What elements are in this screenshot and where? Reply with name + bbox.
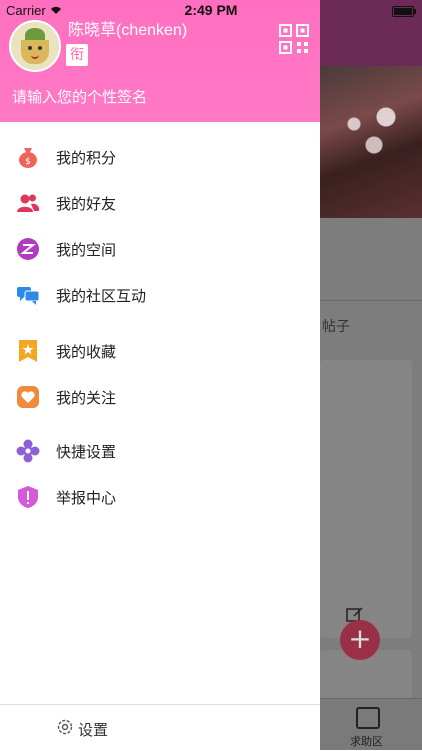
battery-icon (392, 6, 416, 17)
menu-item-space[interactable]: 我的空间 (0, 226, 320, 272)
background-page-overlay[interactable]: 帖子 + 求助区 (320, 0, 422, 750)
status-bar: Carrier 2:49 PM (0, 0, 422, 20)
menu-item-label: 我的好友 (56, 195, 117, 213)
heart-icon (17, 386, 39, 408)
side-drawer: 陈晓草(chenken) 衔 请输入您的个性签名 $ 我的积分 我的好友 我的空… (0, 0, 320, 751)
settings-label: 设置 (78, 721, 109, 739)
menu-item-label: 我的社区互动 (56, 287, 147, 305)
posts-tab-label: 帖子 (322, 319, 350, 335)
help-icon (356, 707, 380, 729)
menu-item-friends[interactable]: 我的好友 (0, 180, 320, 226)
menu-item-label: 我的空间 (56, 241, 117, 259)
friends-icon (17, 194, 40, 212)
rank-badge: 衔 (66, 44, 88, 66)
shield-alert-icon (18, 486, 38, 508)
menu-item-points[interactable]: $ 我的积分 (0, 134, 320, 180)
money-bag-icon: $ (19, 148, 37, 168)
chat-bubbles-icon (17, 287, 40, 305)
add-post-button[interactable]: + (340, 620, 380, 660)
menu-item-favorites[interactable]: 我的收藏 (0, 328, 320, 374)
clock: 2:49 PM (184, 2, 238, 18)
settings-footer[interactable]: 设置 (0, 704, 320, 751)
bookmark-icon (19, 340, 37, 362)
space-icon (17, 238, 39, 260)
tab-help-label: 求助区 (350, 735, 383, 748)
gear-icon (57, 719, 73, 735)
cherry-blossom-banner (320, 66, 422, 218)
svg-text:$: $ (25, 157, 31, 167)
qr-code-icon[interactable] (279, 24, 309, 54)
menu-item-label: 举报中心 (56, 489, 117, 507)
menu-item-quick-settings[interactable]: 快捷设置 (0, 428, 320, 474)
menu-item-label: 快捷设置 (56, 443, 117, 461)
avatar[interactable] (9, 20, 61, 72)
menu-item-label: 我的关注 (56, 389, 117, 407)
signature-field[interactable]: 请输入您的个性签名 (12, 86, 147, 107)
post-card (320, 360, 412, 638)
flower-settings-icon (16, 439, 40, 463)
menu-item-label: 我的积分 (56, 149, 117, 167)
menu-item-following[interactable]: 我的关注 (0, 374, 320, 420)
menu-item-report-center[interactable]: 举报中心 (0, 474, 320, 520)
menu-item-label: 我的收藏 (56, 343, 117, 361)
tab-help[interactable]: 求助区 (320, 698, 422, 750)
menu-item-community[interactable]: 我的社区互动 (0, 272, 320, 318)
